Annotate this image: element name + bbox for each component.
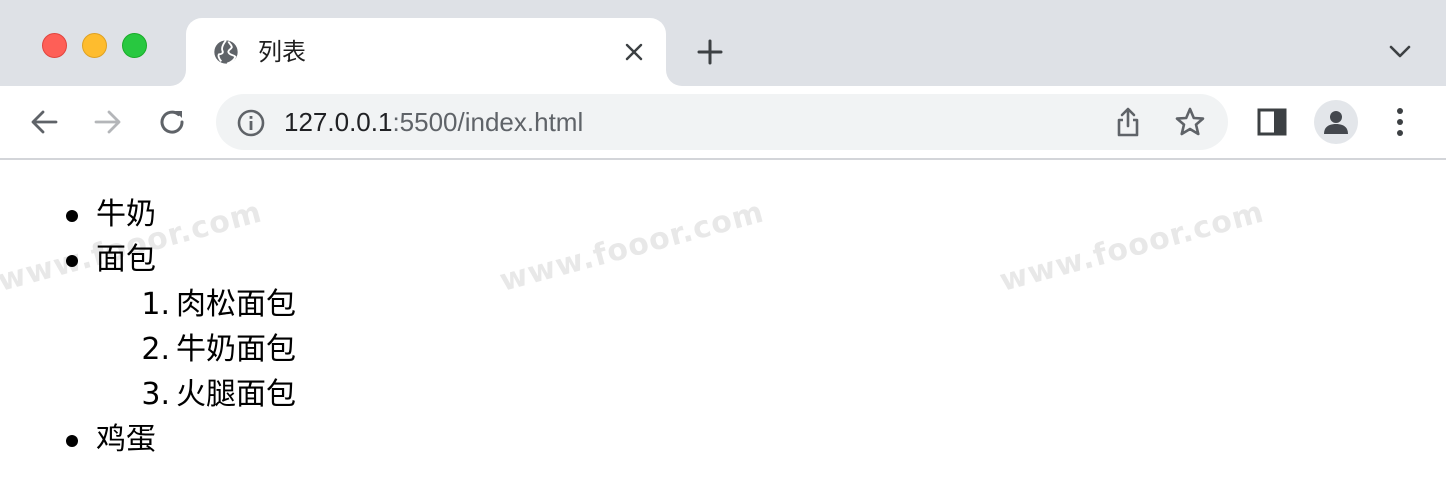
url-host: 127.0.0.1 xyxy=(284,107,393,137)
list-number: 3. xyxy=(141,377,170,412)
list-item-label: 鸡蛋 xyxy=(96,422,156,457)
forward-button[interactable] xyxy=(90,104,126,140)
list-item-label: 面包 xyxy=(96,242,156,277)
plus-icon xyxy=(697,39,723,65)
bullet-icon xyxy=(66,210,78,222)
url-path: :5500/index.html xyxy=(392,107,584,137)
side-panel-button[interactable] xyxy=(1254,104,1290,140)
back-button[interactable] xyxy=(26,104,62,140)
list-item-label: 牛奶面包 xyxy=(176,332,296,367)
share-icon[interactable] xyxy=(1112,106,1144,138)
list-number: 1. xyxy=(141,287,170,322)
page-viewport: www.fooor.com www.fooor.com www.fooor.co… xyxy=(0,160,1446,478)
new-tab-button[interactable] xyxy=(694,36,726,68)
menu-button[interactable] xyxy=(1382,104,1418,140)
tab-title: 列表 xyxy=(258,38,306,66)
browser-window: 列表 127.0.0.1:5500/index.html www.fooor.c… xyxy=(0,0,1446,478)
chevron-down-icon xyxy=(1389,45,1411,58)
url-text[interactable]: 127.0.0.1:5500/index.html xyxy=(284,106,583,138)
globe-icon xyxy=(214,39,238,65)
info-icon[interactable] xyxy=(236,108,266,138)
window-maximize-button[interactable] xyxy=(122,33,147,58)
forward-arrow-icon xyxy=(94,110,121,134)
back-arrow-icon xyxy=(31,110,58,134)
reload-icon xyxy=(160,110,184,134)
list-item-label: 火腿面包 xyxy=(176,377,296,412)
browser-toolbar: 127.0.0.1:5500/index.html xyxy=(0,86,1446,160)
list-number: 2. xyxy=(141,332,170,367)
list-item: 面包 1. 肉松面包 2. 牛奶面包 3. 火腿面包 xyxy=(66,237,296,417)
profile-button[interactable] xyxy=(1314,100,1358,144)
address-bar[interactable]: 127.0.0.1:5500/index.html xyxy=(216,94,1228,150)
bullet-icon xyxy=(66,435,78,447)
ordered-list: 1. 肉松面包 2. 牛奶面包 3. 火腿面包 xyxy=(96,282,296,417)
tab-search-button[interactable] xyxy=(1384,38,1416,66)
star-icon[interactable] xyxy=(1174,106,1206,138)
tab-active[interactable]: 列表 xyxy=(186,18,666,86)
profile-icon xyxy=(1324,111,1348,134)
list-item-label: 肉松面包 xyxy=(176,287,296,322)
more-vert-icon xyxy=(1397,108,1403,136)
watermark: www.fooor.com xyxy=(496,194,768,299)
window-minimize-button[interactable] xyxy=(82,33,107,58)
reload-button[interactable] xyxy=(154,104,190,140)
window-close-button[interactable] xyxy=(42,33,67,58)
tab-close-button[interactable] xyxy=(620,38,648,66)
tab-strip: 列表 xyxy=(0,0,1446,86)
page-content: 牛奶 面包 1. 肉松面包 2. 牛奶面包 3. 火腿面包 鸡蛋 xyxy=(0,192,296,462)
list-item: 鸡蛋 xyxy=(66,417,296,462)
bullet-icon xyxy=(66,255,78,267)
ordered-list-item: 2. 牛奶面包 xyxy=(141,327,296,372)
close-icon xyxy=(625,43,643,61)
list-item: 牛奶 xyxy=(66,192,296,237)
ordered-list-item: 1. 肉松面包 xyxy=(141,282,296,327)
list-item-label: 牛奶 xyxy=(96,197,156,232)
ordered-list-item: 3. 火腿面包 xyxy=(141,372,296,417)
watermark: www.fooor.com xyxy=(996,194,1268,299)
side-panel-icon xyxy=(1257,108,1287,136)
unordered-list: 牛奶 面包 1. 肉松面包 2. 牛奶面包 3. 火腿面包 鸡蛋 xyxy=(0,192,296,462)
